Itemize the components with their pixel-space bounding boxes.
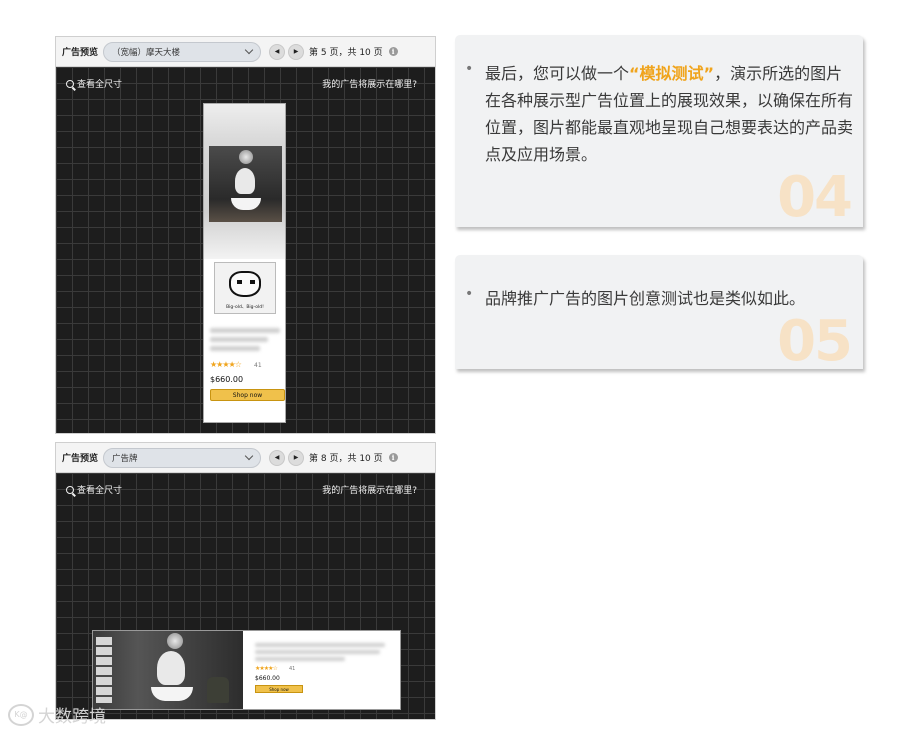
ad-placement-select[interactable]: 广告牌 [103, 447, 262, 468]
blurred-product-title [255, 657, 345, 661]
bathroom-product-image [209, 146, 282, 222]
view-full-size-label: 查看全尺寸 [77, 486, 123, 496]
review-count: 41 [289, 666, 296, 672]
watermark-logo-icon: K@ [8, 703, 34, 726]
blurred-product-title [210, 346, 260, 351]
ad-preview-panel-bottom: 广告预览 广告牌 ◀ ▶ 第 8 页，共 10 页 i 查看全尺寸 我的广告将展… [55, 442, 436, 720]
ad-image-background [204, 104, 285, 259]
next-page-button[interactable]: ▶ [288, 43, 305, 60]
info-icon[interactable]: i [388, 453, 398, 462]
star-rating: ★★★★☆ [255, 665, 278, 672]
search-icon [66, 79, 74, 88]
tip-text-highlight: “模拟测试” [629, 64, 715, 83]
meme-caption: Big-old、Big-old! [226, 305, 264, 310]
skyscraper-ad-creative[interactable]: Big-old、Big-old! ★★★★☆ 41 $660.00 Shop n… [203, 103, 286, 423]
meme-eyes-graphic [237, 280, 255, 284]
lamp-graphic [239, 150, 253, 164]
product-price: $660.00 [210, 375, 244, 384]
view-full-size-label: 查看全尺寸 [77, 80, 123, 90]
ad-placement-selected-value: 广告牌 [112, 453, 138, 464]
ad-preview-title: 广告预览 [62, 48, 99, 58]
review-count: 41 [254, 362, 262, 369]
shop-now-button[interactable]: Shop now [210, 389, 285, 401]
bathtub-graphic [151, 687, 193, 701]
tip-card-04: • 最后，您可以做一个“模拟测试”，演示所选的图片在各种展示型广告位置上的展现效… [455, 35, 863, 230]
tip-text: 最后，您可以做一个“模拟测试”，演示所选的图片在各种展示型广告位置上的展现效果，… [485, 60, 855, 168]
blurred-product-title [255, 650, 380, 654]
bullet: • [465, 286, 474, 302]
shop-now-button[interactable]: Shop now [255, 685, 303, 693]
ad-placement-selected-value: （宽幅）摩天大楼 [112, 47, 181, 58]
watermark: K@ 大数跨境 [8, 702, 106, 727]
chevron-down-icon [244, 45, 254, 55]
tip-text-before: 最后，您可以做一个 [485, 64, 630, 83]
window-graphic [96, 637, 112, 703]
bathtub-graphic [231, 198, 261, 210]
where-will-my-ad-show-link[interactable]: 我的广告将展示在哪里? [322, 77, 417, 90]
statue-graphic [157, 651, 185, 685]
blurred-product-title [210, 328, 280, 333]
tip-card-05: • 品牌推广广告的图片创意测试也是类似如此。 05 [455, 255, 863, 374]
blurred-product-title [210, 337, 268, 342]
view-full-size-link[interactable]: 查看全尺寸 [66, 77, 122, 90]
tip-text: 品牌推广广告的图片创意测试也是类似如此。 [485, 289, 806, 308]
meme-face-graphic [229, 271, 261, 297]
chair-graphic [207, 677, 229, 703]
product-price: $660.00 [255, 675, 280, 682]
previous-page-button[interactable]: ◀ [269, 43, 286, 60]
star-rating: ★★★★☆ [210, 360, 242, 369]
watermark-text: 大数跨境 [38, 707, 106, 727]
view-full-size-link[interactable]: 查看全尺寸 [66, 483, 122, 496]
blurred-product-title [255, 643, 385, 647]
brand-logo-image: Big-old、Big-old! [214, 262, 276, 314]
search-icon [66, 485, 74, 494]
step-number: 04 [777, 165, 853, 230]
ad-preview-toolbar: 广告预览 （宽幅）摩天大楼 ◀ ▶ 第 5 页，共 10 页 i [56, 37, 435, 67]
step-number: 05 [777, 309, 853, 374]
ad-preview-title: 广告预览 [62, 454, 99, 464]
ad-preview-toolbar: 广告预览 广告牌 ◀ ▶ 第 8 页，共 10 页 i [56, 443, 435, 473]
ad-placement-select[interactable]: （宽幅）摩天大楼 [103, 41, 262, 62]
ad-preview-canvas: 查看全尺寸 我的广告将展示在哪里? ★★★★☆ 41 $660.00 Shop … [56, 473, 435, 719]
chevron-down-icon [244, 451, 254, 461]
page-indicator: 第 5 页，共 10 页 [309, 48, 383, 58]
ad-preview-canvas: 查看全尺寸 我的广告将展示在哪里? Big-old、Big-old! ★★★★☆… [56, 67, 435, 433]
lamp-graphic [167, 633, 183, 649]
previous-page-button[interactable]: ◀ [269, 449, 286, 466]
statue-graphic [235, 168, 255, 194]
page-indicator: 第 8 页，共 10 页 [309, 454, 383, 464]
bathroom-product-image [93, 631, 243, 709]
billboard-ad-creative[interactable]: ★★★★☆ 41 $660.00 Shop now [92, 630, 401, 710]
next-page-button[interactable]: ▶ [288, 449, 305, 466]
where-will-my-ad-show-link[interactable]: 我的广告将展示在哪里? [322, 483, 417, 496]
ad-preview-panel-top: 广告预览 （宽幅）摩天大楼 ◀ ▶ 第 5 页，共 10 页 i 查看全尺寸 我… [55, 36, 436, 434]
bullet: • [465, 61, 474, 77]
info-icon[interactable]: i [388, 47, 398, 56]
